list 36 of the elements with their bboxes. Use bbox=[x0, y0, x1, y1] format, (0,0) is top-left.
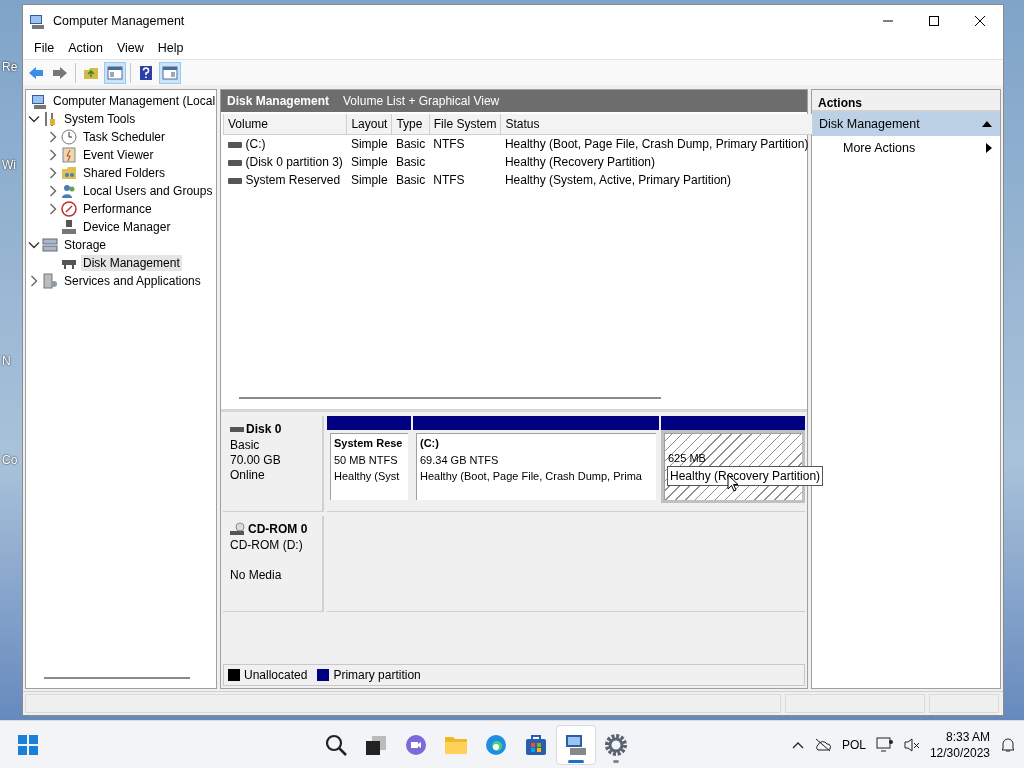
table-cell: Simple bbox=[350, 155, 388, 169]
partition-info: Healthy (Boot, Page File, Crash Dump, Prima bbox=[420, 469, 643, 484]
panel-subtitle: Volume List + Graphical View bbox=[343, 93, 500, 110]
disk-status: Online bbox=[230, 468, 266, 483]
tooltip: Healthy (Recovery Partition) bbox=[667, 466, 824, 486]
table-cell: Healthy (Recovery Partition) bbox=[504, 155, 655, 169]
partition-info: 625 MB bbox=[668, 451, 707, 466]
partition-title: (C:) bbox=[420, 436, 440, 451]
table-cell: (Disk 0 partition 3) bbox=[245, 155, 343, 169]
table-cell: Basic bbox=[395, 155, 426, 169]
disk-type: Basic bbox=[230, 438, 261, 453]
table-cell: NTFS bbox=[433, 173, 465, 187]
section-title: Disk Management bbox=[819, 115, 920, 133]
window-title: Computer Management bbox=[53, 12, 185, 30]
actions-header: Actions bbox=[812, 90, 1000, 112]
partition-info: Healthy (Syst bbox=[334, 469, 401, 484]
partition-info: 69.34 GB NTFS bbox=[420, 452, 500, 468]
table-cell: Simple bbox=[350, 137, 388, 151]
partition-info: 50 MB NTFS bbox=[334, 452, 399, 468]
table-cell: NTFS bbox=[433, 137, 465, 151]
partition-title: System Rese bbox=[334, 436, 404, 451]
table-cell: Healthy (System, Active, Primary Partition) bbox=[504, 173, 731, 187]
table-cell: (C:) bbox=[245, 137, 266, 151]
table-cell: System Reserved bbox=[245, 173, 341, 187]
disk-size: 70.00 GB bbox=[230, 453, 282, 468]
table-cell: Simple bbox=[350, 173, 388, 187]
table-cell: Basic bbox=[395, 137, 426, 151]
legend-label: Unallocated bbox=[244, 667, 308, 684]
disk-status: No Media bbox=[230, 568, 283, 583]
table-cell: Healthy (Boot, Page File, Crash Dump, Primary Partition) bbox=[504, 137, 809, 151]
disk-name: Disk 0 bbox=[246, 421, 282, 438]
disk-type: CD-ROM (D:) bbox=[230, 538, 304, 553]
disk-name: CD-ROM 0 bbox=[248, 521, 308, 538]
panel-title: Disk Management bbox=[227, 93, 330, 110]
table-cell: Basic bbox=[395, 173, 426, 187]
legend-label: Primary partition bbox=[333, 667, 421, 684]
